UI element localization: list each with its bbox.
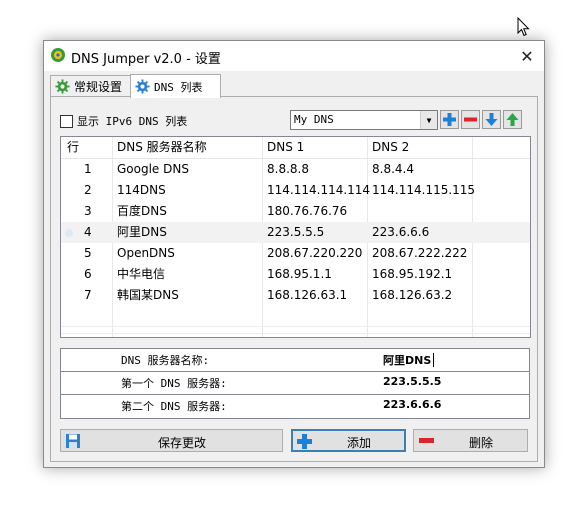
dns1-cell: 114.114.114.114	[267, 183, 371, 197]
detail-row-primary[interactable]: 第一个 DNS 服务器: 223.5.5.5	[61, 372, 529, 395]
floppy-disk-icon	[66, 434, 80, 448]
show-ipv6-checkbox[interactable]	[60, 114, 73, 128]
secondary-dns-label: 第二个 DNS 服务器:	[121, 400, 227, 413]
move-up-button[interactable]	[503, 110, 522, 129]
move-down-button[interactable]	[482, 110, 501, 129]
table-row-selected[interactable]: 4 阿里DNS 223.5.5.5 223.6.6.6	[61, 222, 530, 243]
gear-blue-icon	[135, 79, 150, 94]
primary-dns-label: 第一个 DNS 服务器:	[121, 377, 227, 390]
row-number: 5	[84, 246, 92, 260]
table-row[interactable]: 6 中华电信 168.95.1.1 168.95.192.1	[61, 264, 530, 285]
tab-general-settings-label: 常规设置	[74, 80, 123, 94]
tab-dns-list[interactable]: DNS 列表	[130, 74, 221, 98]
close-button[interactable]: ✕	[510, 41, 544, 71]
server-name-cell: 阿里DNS	[117, 225, 167, 239]
empty-row-divider	[61, 326, 530, 327]
table-row[interactable]: 2 114DNS 114.114.114.114 114.114.115.115	[61, 180, 530, 201]
move-down-icon	[485, 113, 498, 126]
minus-icon	[419, 438, 434, 443]
row-number: 3	[84, 204, 92, 218]
column-header-row-number[interactable]: 行	[67, 137, 79, 158]
server-name-cell: 中华电信	[117, 267, 166, 281]
server-name-cell: 韩国某DNS	[117, 288, 179, 302]
dns1-cell: 168.126.63.1	[267, 288, 348, 302]
table-row[interactable]: 5 OpenDNS 208.67.220.220 208.67.222.222	[61, 243, 530, 264]
dns-group-select-value: My DNS	[294, 113, 334, 126]
dns2-cell: 168.95.192.1	[372, 267, 453, 281]
secondary-dns-field[interactable]: 223.6.6.6	[383, 398, 441, 411]
table-row[interactable]: 7 韩国某DNS 168.126.63.1 168.126.63.2	[61, 285, 530, 306]
column-header-dns1[interactable]: DNS 1	[267, 137, 304, 158]
row-number: 1	[84, 162, 92, 176]
dns2-cell: 8.8.4.4	[372, 162, 414, 176]
tab-general-settings[interactable]: 常规设置	[50, 75, 136, 97]
dns2-cell: 223.6.6.6	[372, 225, 430, 239]
dns1-cell: 180.76.76.76	[267, 204, 348, 218]
server-name-cell: Google DNS	[117, 162, 189, 176]
table-row[interactable]: 3 百度DNS 180.76.76.76	[61, 201, 530, 222]
server-name-label: DNS 服务器名称:	[121, 354, 210, 367]
chevron-down-icon[interactable]: ▼	[420, 111, 437, 129]
dns2-cell: 114.114.115.115	[372, 183, 476, 197]
add-button[interactable]: 添加	[291, 429, 406, 452]
table-row[interactable]: 1 Google DNS 8.8.8.8 8.8.4.4	[61, 159, 530, 180]
selected-row-marker	[65, 229, 73, 237]
row-number: 2	[84, 183, 92, 197]
server-name-cell: OpenDNS	[117, 246, 175, 260]
row-number: 6	[84, 267, 92, 281]
delete-button[interactable]: 删除	[413, 429, 528, 452]
row-number: 4	[84, 225, 92, 239]
dns1-cell: 208.67.220.220	[267, 246, 363, 260]
dns1-cell: 168.95.1.1	[267, 267, 332, 281]
dns-server-table[interactable]: 行 DNS 服务器名称 DNS 1 DNS 2 1 Google DNS 8.8…	[60, 136, 531, 338]
close-icon: ✕	[520, 46, 534, 66]
window-title: DNS Jumper v2.0 - 设置	[71, 52, 221, 67]
primary-dns-field[interactable]: 223.5.5.5	[383, 375, 441, 388]
text-caret	[433, 353, 434, 367]
dns-jumper-settings-window: DNS Jumper v2.0 - 设置 ✕ 常规设置 DNS 列表 显示 IP…	[43, 40, 545, 468]
detail-row-name[interactable]: DNS 服务器名称: 阿里DNS	[61, 349, 529, 372]
detail-row-secondary[interactable]: 第二个 DNS 服务器: 223.6.6.6	[61, 395, 529, 418]
server-name-field[interactable]: 阿里DNS	[383, 352, 431, 368]
dns2-cell: 208.67.222.222	[372, 246, 468, 260]
tab-dns-list-label: DNS 列表	[154, 80, 203, 94]
add-button-label: 添加	[347, 436, 372, 450]
dns1-cell: 223.5.5.5	[267, 225, 325, 239]
column-header-dns2[interactable]: DNS 2	[372, 137, 409, 158]
delete-button-label: 删除	[469, 436, 494, 450]
show-ipv6-option[interactable]: 显示 IPv6 DNS 列表	[60, 113, 187, 129]
gear-green-icon	[55, 79, 70, 94]
table-header-row: 行 DNS 服务器名称 DNS 1 DNS 2	[61, 137, 530, 159]
server-name-cell: 百度DNS	[117, 204, 167, 218]
add-entry-button[interactable]	[440, 110, 459, 129]
server-name-cell: 114DNS	[117, 183, 166, 197]
save-changes-button[interactable]: 保存更改	[60, 429, 283, 452]
dns1-cell: 8.8.8.8	[267, 162, 309, 176]
move-up-icon	[506, 113, 519, 126]
remove-entry-button[interactable]	[461, 110, 480, 129]
save-changes-label: 保存更改	[158, 436, 207, 450]
dns-jumper-app-icon	[51, 48, 65, 62]
remove-icon	[464, 117, 477, 122]
dns-list-panel: 显示 IPv6 DNS 列表 My DNS ▼ 行 DNS 服务器名称 DNS …	[50, 96, 538, 462]
add-icon	[297, 434, 312, 449]
dns-group-select[interactable]: My DNS ▼	[290, 110, 438, 130]
mouse-cursor-icon	[517, 17, 530, 37]
title-bar[interactable]: DNS Jumper v2.0 - 设置 ✕	[44, 41, 544, 71]
row-number: 7	[84, 288, 92, 302]
dns-entry-details: DNS 服务器名称: 阿里DNS 第一个 DNS 服务器: 223.5.5.5 …	[60, 348, 530, 419]
add-icon	[443, 113, 456, 126]
dns2-cell: 168.126.63.2	[372, 288, 453, 302]
column-header-server-name[interactable]: DNS 服务器名称	[117, 137, 207, 158]
show-ipv6-label: 显示 IPv6 DNS 列表	[77, 115, 188, 128]
empty-row-divider	[61, 333, 530, 334]
